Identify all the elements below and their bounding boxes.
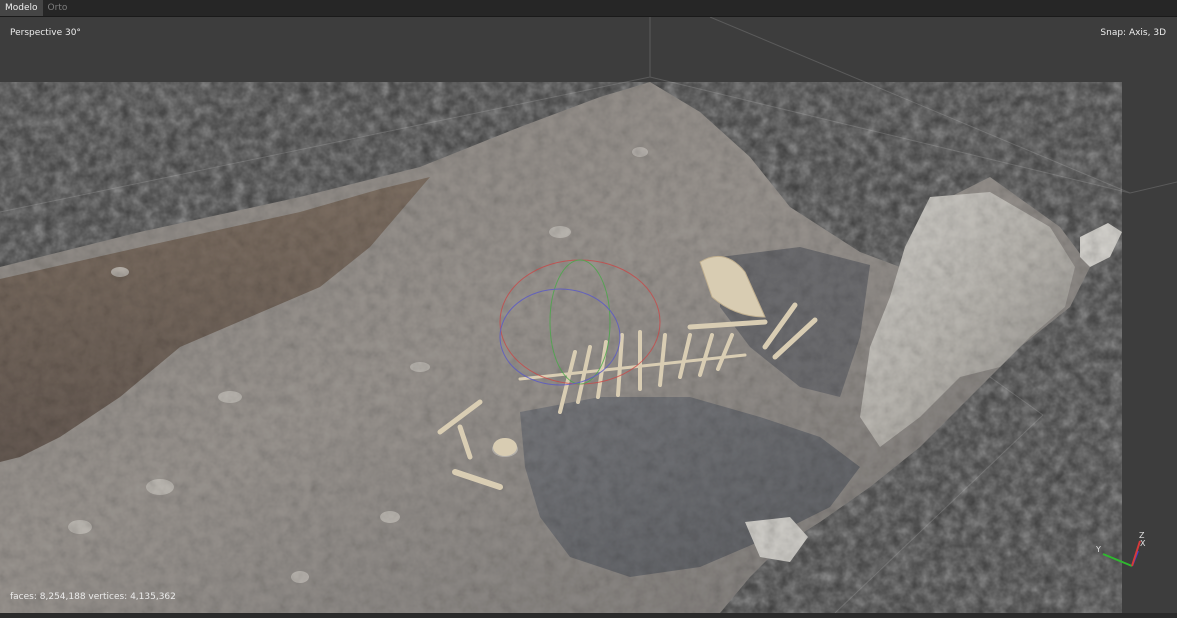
status-bar <box>0 613 1177 618</box>
z-axis-line <box>1131 540 1141 567</box>
axis-orientation-gizmo: Y X Z <box>1088 529 1148 589</box>
3d-viewport[interactable]: Perspective 30° Snap: Axis, 3D faces: 8,… <box>0 17 1177 613</box>
snap-mode-label[interactable]: Snap: Axis, 3D <box>1100 28 1166 38</box>
y-axis-line <box>1102 553 1133 567</box>
tab-orto[interactable]: Orto <box>43 0 73 16</box>
y-axis-label: Y <box>1096 545 1101 554</box>
tab-modelo[interactable]: Modelo <box>0 0 43 16</box>
view-tab-bar: Modelo Orto <box>0 0 1177 17</box>
x-axis-label: X <box>1140 539 1146 548</box>
z-axis-label: Z <box>1139 531 1145 540</box>
projection-label: Perspective 30° <box>10 28 81 38</box>
mesh-scene[interactable] <box>0 17 1177 613</box>
mesh-stats-label: faces: 8,254,188 vertices: 4,135,362 <box>10 592 176 602</box>
excavation-mesh <box>0 82 1122 613</box>
